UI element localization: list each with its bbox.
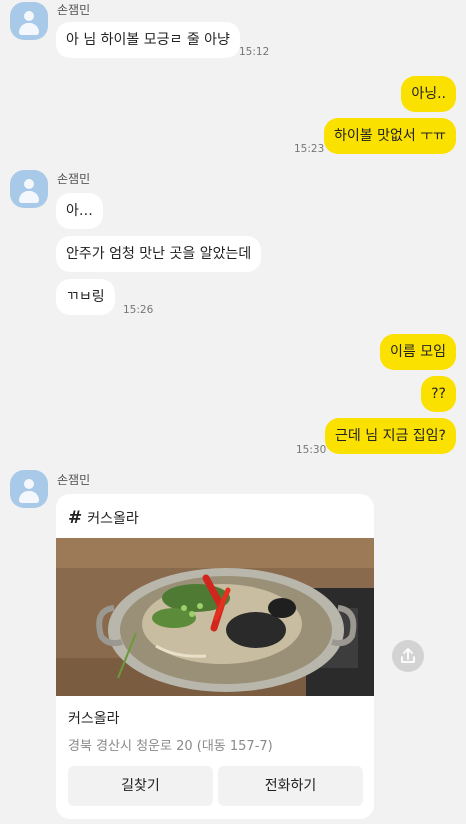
place-name: 커스올라 [68, 711, 120, 727]
message-bubble-outgoing[interactable]: 아닝.. [401, 76, 456, 112]
share-icon [401, 648, 415, 663]
hashtag-icon: # [68, 508, 83, 528]
message-bubble-incoming[interactable]: ㄲㅂ링 [56, 279, 115, 315]
place-address: 경북 경산시 청운로 20 (대동 157-7) [68, 739, 273, 754]
message-bubble-incoming[interactable]: 아… [56, 193, 103, 229]
message-bubble-outgoing[interactable]: 이름 모임 [380, 334, 456, 370]
avatar[interactable] [10, 2, 48, 40]
sender-name: 손잼민 [57, 172, 91, 186]
call-button[interactable]: 전화하기 [218, 766, 363, 806]
message-bubble-outgoing[interactable]: 근데 님 지금 집임? [325, 418, 456, 454]
avatar[interactable] [10, 170, 48, 208]
message-bubble-outgoing[interactable]: ?? [421, 376, 456, 412]
message-time: 15:23 [294, 143, 325, 155]
message-bubble-outgoing[interactable]: 하이볼 맛없서 ㅜㅠ [324, 118, 456, 154]
hot-pot-photo[interactable] [56, 538, 374, 696]
message-time: 15:30 [296, 444, 327, 456]
place-card-header: # 커스올라 [68, 508, 139, 528]
place-card-title: 커스올라 [87, 511, 139, 527]
directions-button[interactable]: 길찾기 [68, 766, 213, 806]
share-button[interactable] [392, 640, 424, 672]
avatar[interactable] [10, 470, 48, 508]
sender-name: 손잼민 [57, 473, 91, 487]
message-time: 15:26 [123, 304, 154, 316]
message-time: 15:12 [239, 46, 270, 58]
message-bubble-incoming[interactable]: 아 님 하이볼 모긍ㄹ 줄 아냥 [56, 22, 240, 58]
message-bubble-incoming[interactable]: 안주가 엄청 맛난 곳을 알았는데 [56, 236, 262, 272]
place-card[interactable]: # 커스올라 커스올라 경북 경산시 청운로 20 (대동 157-7) 길찾기 … [56, 494, 374, 819]
sender-name: 손잼민 [57, 3, 91, 17]
